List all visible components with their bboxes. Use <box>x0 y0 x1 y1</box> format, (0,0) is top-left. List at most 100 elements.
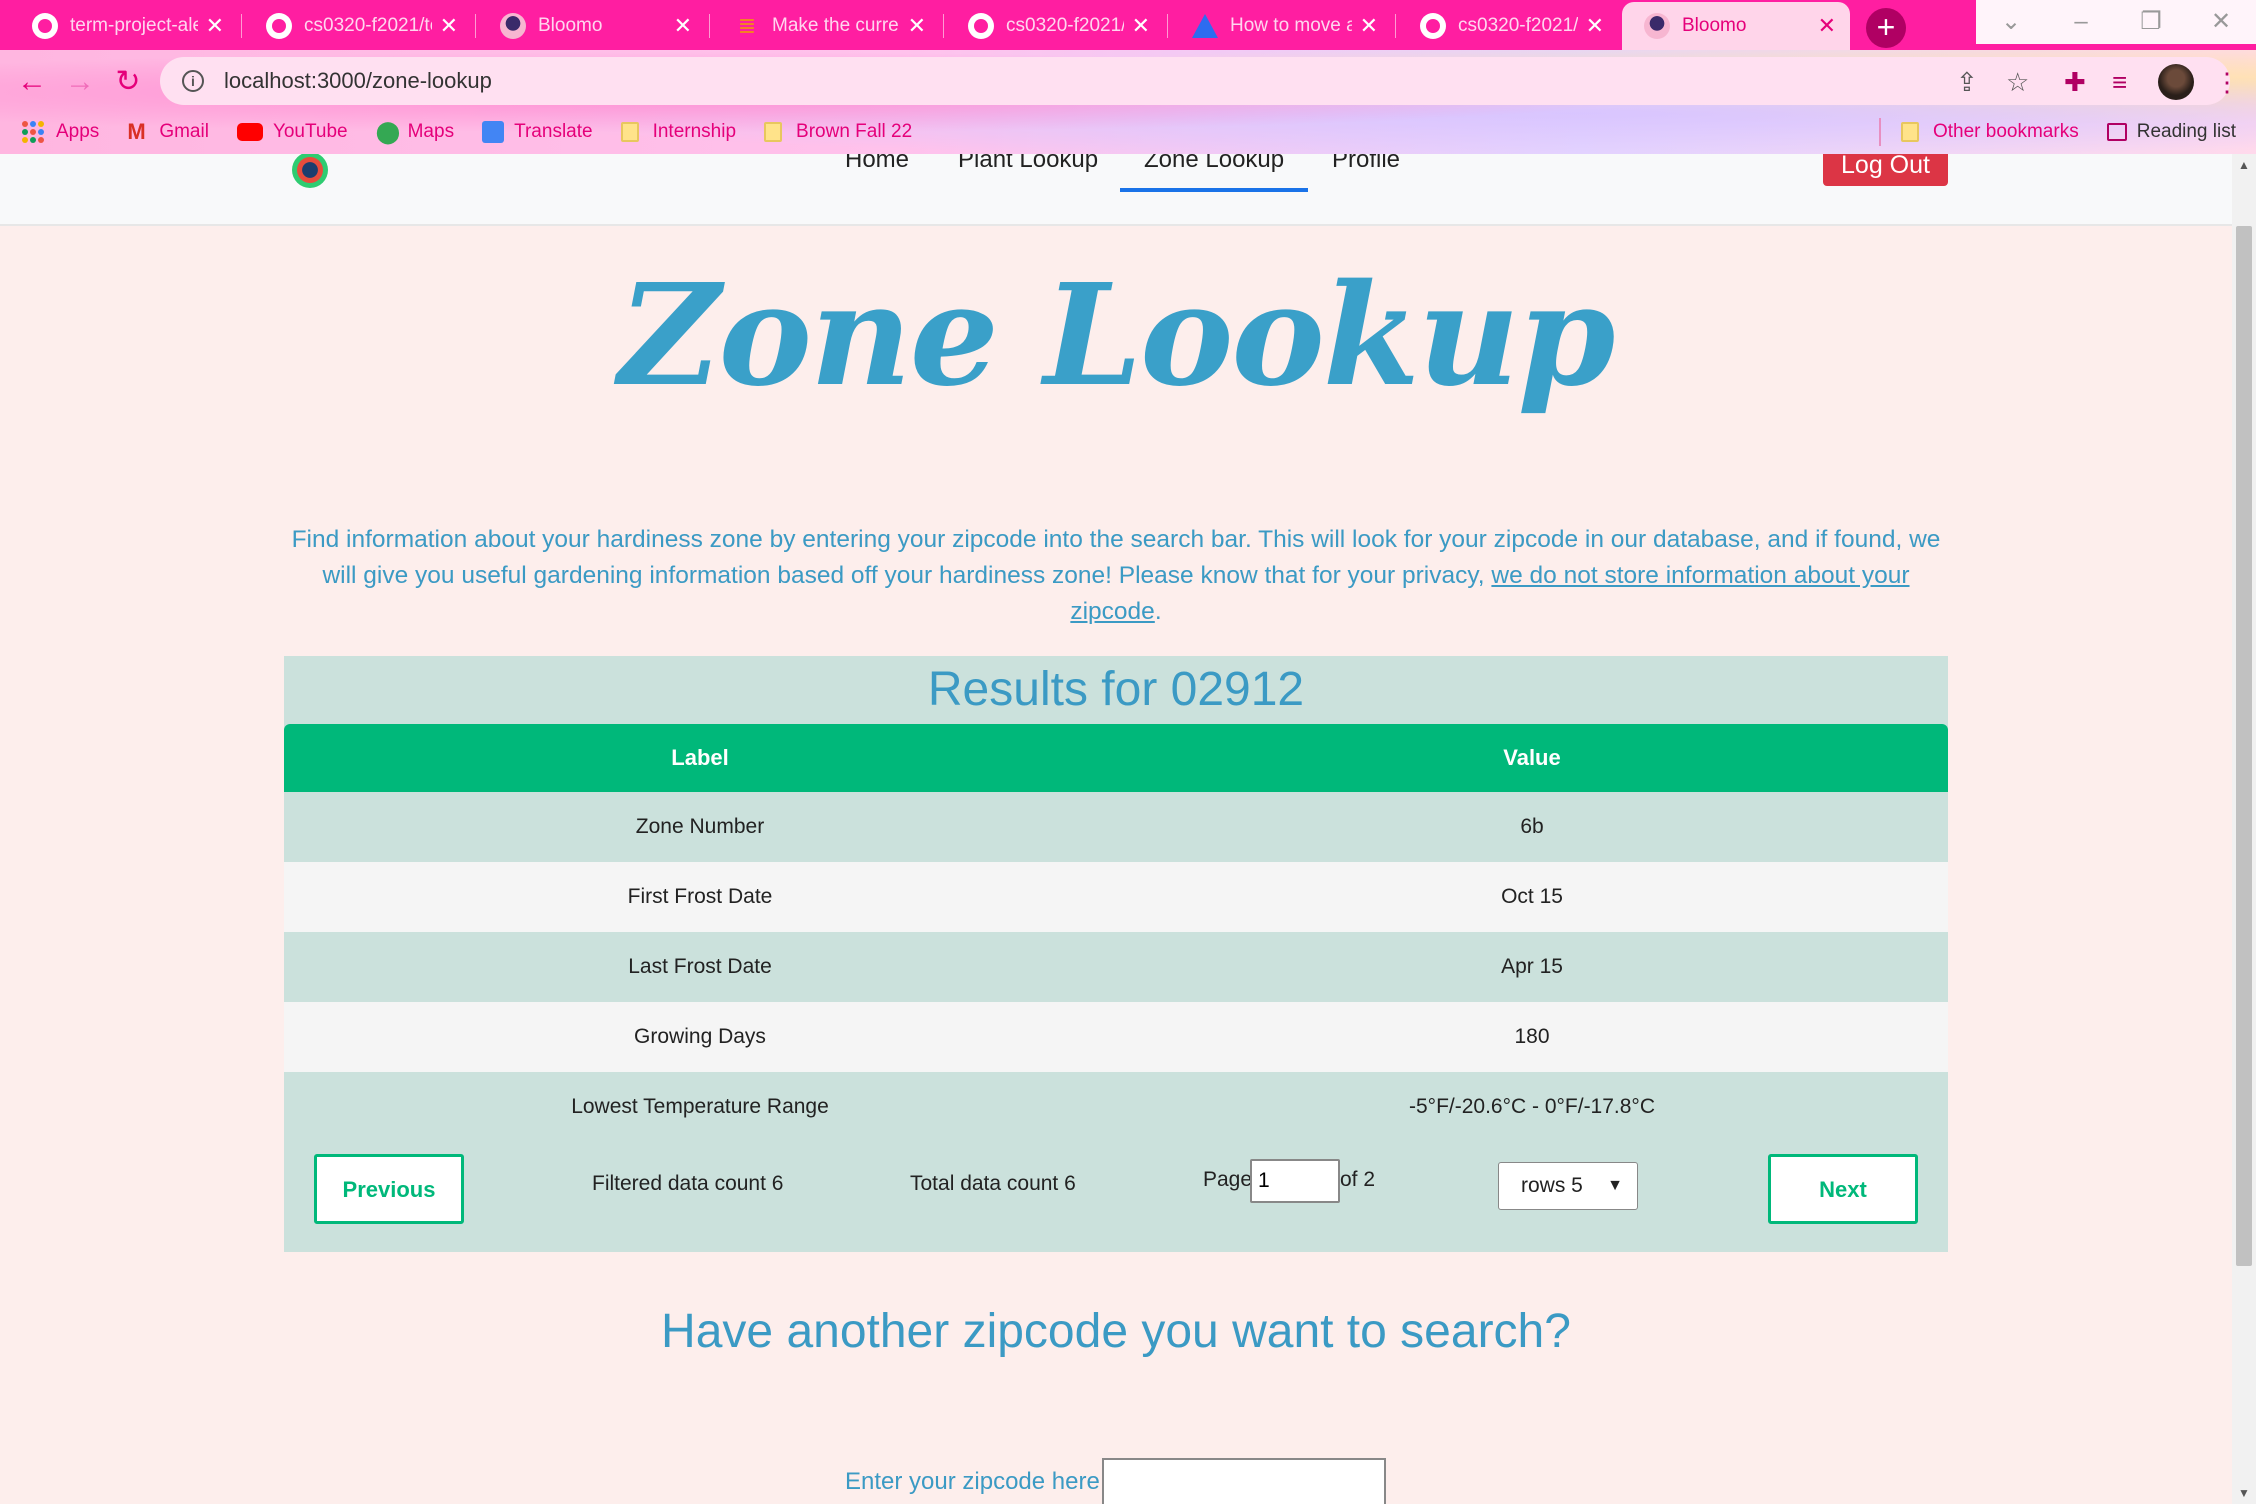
back-icon[interactable]: ← <box>12 62 52 102</box>
bookmark-label: Internship <box>652 121 737 142</box>
tab-title: Bloomo <box>538 15 603 36</box>
window-close-icon[interactable]: ✕ <box>2186 0 2256 44</box>
close-icon[interactable]: ✕ <box>440 13 458 39</box>
browser-tab[interactable]: Bloomo ✕ <box>478 2 706 50</box>
minimize-icon[interactable]: – <box>2046 0 2116 44</box>
tab-title: cs0320-f2021/Bl <box>1458 15 1578 36</box>
browser-tab[interactable]: term-project-ale ✕ <box>10 2 238 50</box>
close-icon[interactable]: ✕ <box>1132 13 1150 39</box>
browser-tab[interactable]: ≣ Make the curren ✕ <box>712 2 940 50</box>
rows-per-page-select[interactable]: rows 5 ▼ <box>1498 1162 1638 1210</box>
table-row: Zone Number 6b <box>284 792 1948 862</box>
tab-search-icon[interactable]: ⌄ <box>1976 0 2046 44</box>
bookmarks-bar: Apps M Gmail YouTube ⬤ Maps Translate In… <box>0 110 2256 154</box>
profile-avatar[interactable] <box>2158 64 2194 100</box>
azure-icon <box>1192 14 1218 38</box>
browser-tab[interactable]: cs0320-f2021/Bl ✕ <box>1398 2 1618 50</box>
previous-page-button[interactable]: Previous <box>314 1154 464 1224</box>
table-row: First Frost Date Oct 15 <box>284 862 1948 932</box>
page-title: Zone Lookup <box>618 254 1615 418</box>
bookmark-youtube[interactable]: YouTube <box>236 121 348 143</box>
close-icon[interactable]: ✕ <box>1360 13 1378 39</box>
bookmark-label: Maps <box>407 121 455 142</box>
gmail-icon: M <box>127 119 146 144</box>
bookmark-label: Translate <box>514 121 593 142</box>
table-pagination: Previous Filtered data count 6 Total dat… <box>284 1142 1948 1252</box>
page-label: Page <box>1203 1168 1253 1191</box>
bookmarks-right: Other bookmarks Reading list <box>1878 110 2236 154</box>
other-bookmarks-label: Other bookmarks <box>1932 121 2079 142</box>
close-icon[interactable]: ✕ <box>1586 13 1604 39</box>
bookmark-internship[interactable]: Internship <box>620 121 737 143</box>
zipcode-input[interactable] <box>1102 1458 1386 1504</box>
column-header-label[interactable]: Label <box>284 724 1116 792</box>
cell-label: Last Frost Date <box>628 955 772 978</box>
close-icon[interactable]: ✕ <box>1818 13 1836 39</box>
tab-title: Bloomo <box>1682 15 1747 36</box>
folder-icon <box>620 122 639 142</box>
page-total: of 2 <box>1340 1168 1376 1191</box>
column-header-value[interactable]: Value <box>1116 724 1948 792</box>
bloomo-logo[interactable] <box>292 154 328 188</box>
forward-icon[interactable]: → <box>60 62 100 102</box>
reading-list[interactable]: Reading list <box>2106 121 2236 143</box>
next-page-button[interactable]: Next <box>1768 1154 1918 1224</box>
address-bar[interactable]: i localhost:3000/zone-lookup <box>160 57 2230 105</box>
browser-tab-strip: term-project-ale ✕ cs0320-f2021/te ✕ Blo… <box>0 0 2256 50</box>
close-icon[interactable]: ✕ <box>206 13 224 39</box>
scrollbar-thumb[interactable] <box>2236 226 2252 1266</box>
divider <box>1878 118 1881 146</box>
github-icon <box>1420 13 1446 39</box>
new-tab-button[interactable]: + <box>1866 8 1906 48</box>
browser-tab[interactable]: How to move a ✕ <box>1170 2 1392 50</box>
nav-home[interactable]: Home <box>845 154 909 174</box>
browser-tab[interactable]: cs0320-f2021/te ✕ <box>946 2 1164 50</box>
bookmark-apps[interactable]: Apps <box>22 121 99 143</box>
cell-value: -5°F/-20.6°C - 0°F/-17.8°C <box>1409 1095 1655 1118</box>
page-number-input[interactable] <box>1250 1159 1340 1203</box>
browser-tab-active[interactable]: Bloomo ✕ <box>1622 2 1850 50</box>
browser-tab[interactable]: cs0320-f2021/te ✕ <box>244 2 472 50</box>
table-header: Label Value <box>284 724 1948 792</box>
media-queue-icon[interactable]: ≡ <box>2112 62 2127 102</box>
close-icon[interactable]: ✕ <box>908 13 926 39</box>
extensions-icon[interactable]: ✚ <box>2064 62 2086 102</box>
cell-value: 180 <box>1514 1025 1550 1048</box>
close-icon[interactable]: ✕ <box>674 13 692 39</box>
site-info-icon[interactable]: i <box>182 70 204 92</box>
nav-profile[interactable]: Profile <box>1332 154 1400 174</box>
menu-icon[interactable]: ⋮ <box>2214 62 2240 102</box>
site-navbar: Home Plant Lookup Zone Lookup Profile Lo… <box>0 154 2232 226</box>
bookmark-brown-fall-22[interactable]: Brown Fall 22 <box>764 121 912 143</box>
bookmark-gmail[interactable]: M Gmail <box>127 121 209 143</box>
active-nav-indicator <box>1120 188 1308 192</box>
url-text[interactable]: localhost:3000/zone-lookup <box>224 68 492 94</box>
stackoverflow-icon: ≣ <box>737 13 757 38</box>
bookmark-translate[interactable]: Translate <box>482 121 593 143</box>
logout-button[interactable]: Log Out <box>1823 154 1948 186</box>
results-panel: Results for 02912 Label Value Zone Numbe… <box>284 656 1948 1252</box>
other-bookmarks[interactable]: Other bookmarks <box>1900 121 2079 143</box>
bookmark-label: Brown Fall 22 <box>796 121 913 142</box>
youtube-icon <box>236 123 263 141</box>
bookmark-star-icon[interactable]: ☆ <box>2006 62 2029 102</box>
bookmark-label: YouTube <box>272 121 348 142</box>
share-icon[interactable]: ⇪ <box>1956 62 1978 102</box>
nav-plant-lookup[interactable]: Plant Lookup <box>958 154 1098 174</box>
page-scrollbar[interactable]: ▲ ▼ <box>2232 154 2256 1504</box>
restore-icon[interactable]: ❐ <box>2116 0 2186 44</box>
bookmark-label: Gmail <box>159 121 209 142</box>
reload-icon[interactable]: ↻ <box>108 62 148 102</box>
folder-icon <box>1900 122 1919 142</box>
nav-zone-lookup[interactable]: Zone Lookup <box>1144 154 1284 174</box>
scroll-down-icon[interactable]: ▼ <box>2238 1486 2250 1500</box>
tab-title: Make the curren <box>772 15 900 36</box>
search-again-heading: Have another zipcode you want to search? <box>661 1305 1571 1358</box>
bookmark-maps[interactable]: ⬤ Maps <box>376 121 454 143</box>
cell-label: First Frost Date <box>627 885 773 908</box>
reading-list-icon <box>2106 123 2127 141</box>
rows-per-page-value: rows 5 <box>1521 1174 1583 1197</box>
reading-list-label: Reading list <box>2136 121 2236 142</box>
page-description: Find information about your hardiness zo… <box>280 522 1952 630</box>
scroll-up-icon[interactable]: ▲ <box>2238 158 2250 172</box>
